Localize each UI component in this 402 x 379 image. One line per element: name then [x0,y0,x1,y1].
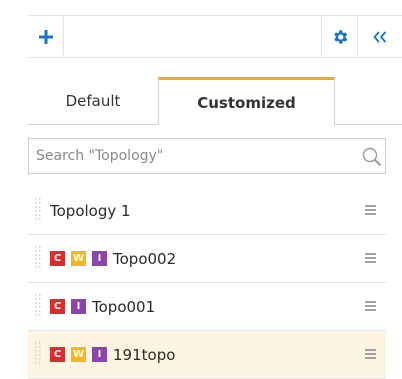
tab-bar: Default Customized [28,77,402,125]
settings-button[interactable] [321,16,357,57]
topology-list-item[interactable]: C W I Topo002 [28,235,386,283]
topology-list: Topology 1 C W I Topo002 C I Topo001 C W I 191topo [28,187,386,379]
panel-toolbar [28,15,402,58]
severity-badge-i: I [92,347,107,362]
item-menu-icon[interactable] [364,300,378,312]
add-topology-button[interactable] [28,16,64,57]
topology-list-item[interactable]: Topology 1 [28,187,386,235]
severity-badge-c: C [50,299,65,314]
search-input[interactable] [29,139,349,173]
tab-bar-spacer [335,77,402,125]
topology-name: Topo001 [92,297,156,316]
plus-icon [38,29,53,44]
item-menu-icon[interactable] [364,252,378,264]
topology-list-item[interactable]: C I Topo001 [28,283,386,331]
topology-name: Topology 1 [50,201,131,220]
topology-name: 191topo [113,345,176,364]
topology-item-content: Topology 1 [50,187,131,234]
topology-item-content: C W I Topo002 [50,235,176,282]
tab-default[interactable]: Default [28,77,158,125]
topology-item-content: C W I 191topo [50,331,175,378]
drag-handle-icon[interactable] [34,197,42,221]
search-icon[interactable] [361,146,383,168]
drag-handle-icon[interactable] [34,245,42,269]
drag-handle-icon[interactable] [34,293,42,317]
topology-name: Topo002 [113,249,177,268]
severity-badge-c: C [50,251,65,266]
item-menu-icon[interactable] [364,204,378,216]
drag-handle-icon[interactable] [34,341,42,365]
double-chevron-left-icon [373,30,387,43]
tab-customized[interactable]: Customized [158,77,335,125]
severity-badge-i: I [71,299,86,314]
search-box [28,138,386,174]
topology-panel: Default Customized Topology 1CWITopo002C… [28,15,402,379]
topology-list-item[interactable]: C W I 191topo [28,331,386,379]
severity-badge-w: W [71,251,86,266]
severity-badge-i: I [92,251,107,266]
topology-item-content: C I Topo001 [50,283,155,330]
item-menu-icon[interactable] [364,348,378,360]
severity-badge-w: W [71,347,86,362]
gear-icon [333,29,347,44]
collapse-panel-button[interactable] [357,16,402,57]
severity-badge-c: C [50,347,65,362]
